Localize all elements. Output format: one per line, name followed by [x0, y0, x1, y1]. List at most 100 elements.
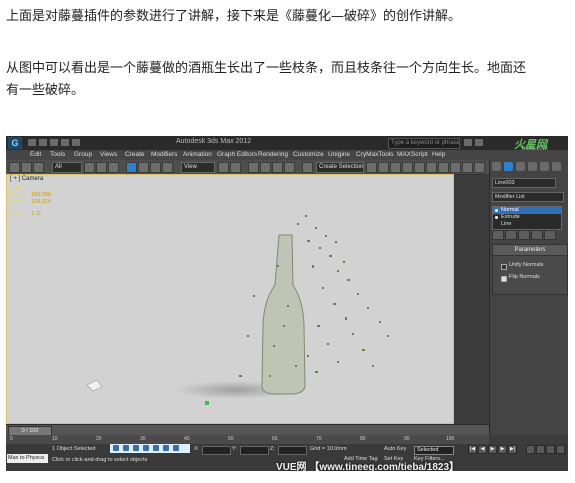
graphite-toggle-icon[interactable] [402, 162, 413, 173]
display-tab-icon[interactable] [540, 162, 549, 171]
menu-help[interactable]: Help [432, 151, 445, 158]
select-by-name-icon[interactable] [96, 162, 107, 173]
menu-graph-editors[interactable]: Graph Editors [217, 151, 257, 158]
search-icon[interactable] [464, 139, 472, 146]
motion-tab-icon[interactable] [528, 162, 537, 171]
select-and-rotate-icon[interactable] [138, 162, 149, 173]
key-mode-dropdown[interactable]: Selected [414, 446, 454, 455]
transform-icon[interactable] [143, 445, 149, 451]
app-logo-icon[interactable]: G [8, 137, 22, 149]
menu-animation[interactable]: Animation [183, 151, 212, 158]
search-input[interactable]: Type a keyword or phrase [388, 138, 460, 149]
camera-viewport[interactable]: [ + ] Camera Total Polys: 158,688 Verts:… [6, 174, 454, 424]
orbit-icon[interactable] [556, 445, 565, 454]
time-tag-icon[interactable] [173, 445, 179, 451]
reference-coordinate-dropdown[interactable]: View [181, 162, 215, 173]
layer-manager-icon[interactable] [390, 162, 401, 173]
undo-icon[interactable] [61, 139, 69, 146]
link-icon[interactable] [9, 162, 20, 173]
menu-edit[interactable]: Edit [30, 151, 41, 158]
menu-modifiers[interactable]: Modifiers [151, 151, 177, 158]
menu-views[interactable]: Views [100, 151, 117, 158]
curve-editor-icon[interactable] [414, 162, 425, 173]
redo-icon[interactable] [72, 139, 80, 146]
zoom-icon[interactable] [526, 445, 535, 454]
go-to-end-icon[interactable]: ▶| [508, 445, 517, 454]
select-and-move-icon[interactable] [126, 162, 137, 173]
unlink-icon[interactable] [21, 162, 32, 173]
save-file-icon[interactable] [50, 139, 58, 146]
pan-view-icon[interactable] [546, 445, 555, 454]
rendered-frame-icon[interactable] [462, 162, 473, 173]
snaps-toggle-icon[interactable] [248, 162, 259, 173]
help-icon[interactable] [475, 139, 483, 146]
menu-create[interactable]: Create [125, 151, 145, 158]
material-editor-icon[interactable] [438, 162, 449, 173]
menu-bar: Edit Tools Group Views Create Modifiers … [6, 150, 568, 160]
hierarchy-tab-icon[interactable] [516, 162, 525, 171]
manipulate-icon[interactable] [230, 162, 241, 173]
next-frame-icon[interactable]: ▶ [498, 445, 507, 454]
pivot-center-icon[interactable] [218, 162, 229, 173]
tick-label: 80 [360, 436, 366, 442]
bind-space-warp-icon[interactable] [33, 162, 44, 173]
create-tab-icon[interactable] [492, 162, 501, 171]
menu-crymaxtools[interactable]: CryMaxTools [356, 151, 394, 158]
z-coordinate-field[interactable] [278, 446, 307, 455]
select-object-icon[interactable] [84, 162, 95, 173]
window-crossing-icon[interactable] [162, 162, 173, 173]
schematic-view-icon[interactable] [426, 162, 437, 173]
menu-unigine[interactable]: Unigine [328, 151, 350, 158]
menu-rendering[interactable]: Rendering [258, 151, 288, 158]
stack-item-normal[interactable]: Normal [493, 207, 561, 214]
utilities-tab-icon[interactable] [552, 162, 561, 171]
grid-icon[interactable] [163, 445, 169, 451]
menu-maxscript[interactable]: MAXScript [397, 151, 428, 158]
percent-snap-icon[interactable] [272, 162, 283, 173]
show-end-result-icon[interactable] [505, 230, 517, 240]
stack-item-line[interactable]: Line [493, 221, 561, 228]
adaptive-degradation-icon[interactable] [153, 445, 159, 451]
absolute-mode-icon[interactable] [133, 445, 139, 451]
mirror-icon[interactable] [366, 162, 377, 173]
pin-stack-icon[interactable] [492, 230, 504, 240]
selection-filter-dropdown[interactable]: All [52, 162, 82, 173]
flip-normals-checkbox[interactable] [501, 276, 507, 282]
remove-modifier-icon[interactable] [531, 230, 543, 240]
previous-frame-icon[interactable]: ◀ [478, 445, 487, 454]
bulb-icon[interactable] [495, 209, 498, 212]
spinner-snap-icon[interactable] [284, 162, 295, 173]
render-setup-icon[interactable] [450, 162, 461, 173]
track-bar[interactable]: 0 10 20 30 40 50 60 70 80 90 100 [6, 435, 489, 444]
lock-selection-icon[interactable] [123, 445, 129, 451]
align-icon[interactable] [378, 162, 389, 173]
named-selection-set-dropdown[interactable]: Create Selection Se [316, 162, 364, 173]
select-and-scale-icon[interactable] [150, 162, 161, 173]
make-unique-icon[interactable] [518, 230, 530, 240]
menu-group[interactable]: Group [74, 151, 92, 158]
unify-normals-checkbox[interactable] [501, 264, 507, 270]
viewport-label[interactable]: [ + ] Camera [10, 176, 43, 182]
play-icon[interactable]: ▶ [488, 445, 497, 454]
modify-tab-icon[interactable] [504, 162, 513, 171]
isolate-icon[interactable] [113, 445, 119, 451]
stack-item-extrude[interactable]: Extrude [493, 214, 561, 221]
y-coordinate-field[interactable] [240, 446, 269, 455]
modifier-list-dropdown[interactable]: Modifier List [492, 192, 564, 202]
edit-named-selection-icon[interactable] [302, 162, 313, 173]
angle-snap-icon[interactable] [260, 162, 271, 173]
auto-key-button[interactable]: Auto Key [384, 446, 406, 452]
new-file-icon[interactable] [28, 139, 36, 146]
rectangle-selection-icon[interactable] [108, 162, 119, 173]
render-production-icon[interactable] [474, 162, 485, 173]
bulb-icon[interactable] [495, 216, 498, 219]
maxscript-listener[interactable]: Max to Physca [7, 454, 48, 463]
x-coordinate-field[interactable] [202, 446, 231, 455]
zoom-all-icon[interactable] [536, 445, 545, 454]
menu-customize[interactable]: Customize [293, 151, 324, 158]
configure-modifier-sets-icon[interactable] [544, 230, 556, 240]
go-to-start-icon[interactable]: |◀ [468, 445, 477, 454]
menu-tools[interactable]: Tools [50, 151, 65, 158]
open-file-icon[interactable] [39, 139, 47, 146]
object-name-field[interactable]: Line003 [492, 178, 556, 188]
